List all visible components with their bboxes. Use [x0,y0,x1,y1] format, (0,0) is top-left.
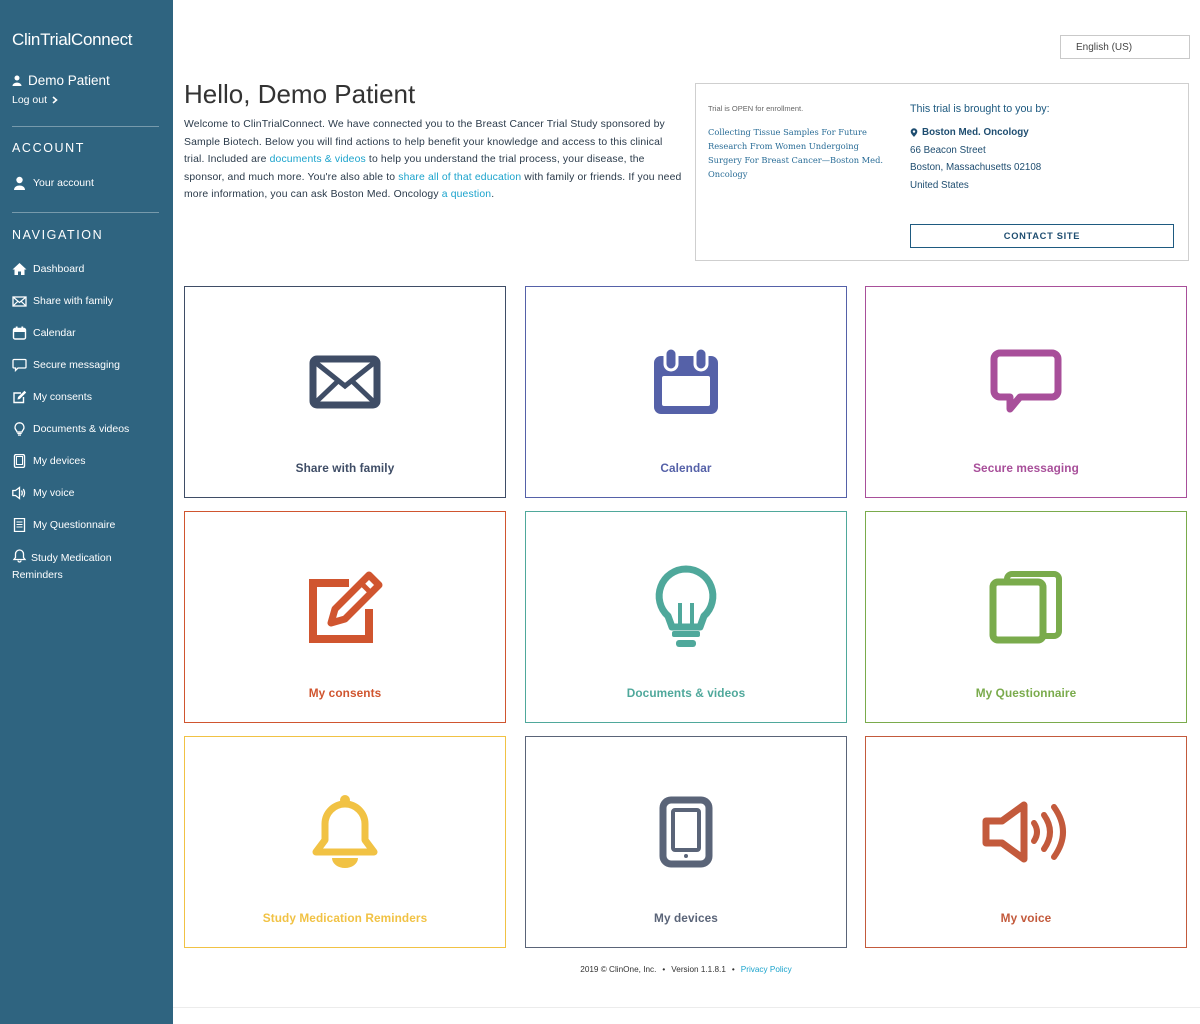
chevron-right-icon [52,96,58,104]
sidebar-item-label: Documents & videos [33,423,130,435]
edit-icon [309,571,383,643]
ask-question-link[interactable]: a question [442,189,491,200]
logout-label: Log out [12,94,48,106]
sidebar-item-share-with-family[interactable]: Share with family [12,293,162,310]
contact-site-button[interactable]: CONTACT SITE [910,224,1174,248]
edit-icon [13,390,27,404]
sidebar-item-documents-videos[interactable]: Documents & videos [12,421,162,438]
tile-calendar[interactable]: Calendar [525,286,847,498]
sidebar-item-label: Your account [33,177,94,189]
welcome-text-part: . [491,189,495,201]
site-address-line: United States [910,180,969,191]
home-icon [12,263,27,275]
site-name-label: Boston Med. Oncology [922,127,1029,138]
sidebar-item-label: My voice [33,487,75,499]
sidebar-item-secure-messaging[interactable]: Secure messaging [12,357,162,374]
sidebar-divider [12,126,159,127]
navigation-section-title: NAVIGATION [12,228,104,242]
tile-documents-videos[interactable]: Documents & videos [525,511,847,723]
site-address-line: 66 Beacon Street [910,145,986,156]
tile-study-medication-reminders[interactable]: Study Medication Reminders [184,736,506,948]
sidebar-item-label: Secure messaging [33,359,120,371]
calendar-icon [654,346,718,414]
trial-name[interactable]: Collecting Tissue Samples For Future Res… [708,125,890,181]
chat-icon [12,358,27,372]
tile-share-with-family[interactable]: Share with family [184,286,506,498]
sidebar-item-study-medication-reminders[interactable]: Study Medication Reminders [12,548,132,584]
tile-my-voice[interactable]: My voice [865,736,1187,948]
pages-icon [989,571,1062,644]
user-name-label: Demo Patient [28,73,110,88]
account-section-title: ACCOUNT [12,141,86,155]
sidebar-item-label: Dashboard [33,263,85,275]
sidebar-item-dashboard[interactable]: Dashboard [12,261,162,278]
sidebar-divider [12,212,159,213]
tile-secure-messaging[interactable]: Secure messaging [865,286,1187,498]
trial-sponsor-heading: This trial is brought to you by: [910,103,1050,115]
tile-label: Calendar [660,461,712,475]
speaker-icon [12,486,26,500]
user-icon [14,176,25,190]
tile-label: My voice [1000,911,1052,925]
envelope-icon [12,296,27,307]
location-pin-icon [910,128,918,137]
calendar-icon [12,326,27,340]
tile-my-devices[interactable]: My devices [525,736,847,948]
tile-label: Share with family [295,461,395,475]
envelope-icon [309,355,381,409]
footer-version: Version 1.1.8.1 [671,965,726,974]
footer: 2019 © ClinOne, Inc. • Version 1.1.8.1 • Pri… [580,965,792,974]
bell-icon [12,549,27,563]
sidebar-item-label: My consents [33,391,92,403]
tile-label: My consents [308,686,382,700]
share-education-link[interactable]: share all of that education [398,172,521,183]
tablet-icon [13,454,26,468]
list-icon [13,518,26,532]
lightbulb-icon [655,565,717,647]
tile-label: My Questionnaire [975,686,1077,700]
tablet-icon [659,796,713,868]
sidebar-item-my-voice[interactable]: My voice [12,485,162,502]
tile-label: Documents & videos [626,686,746,700]
trial-status: Trial is OPEN for enrollment. [708,104,804,113]
trial-info-panel: Trial is OPEN for enrollment. Collecting… [695,83,1189,261]
sidebar-item-label: Calendar [33,327,76,339]
sidebar-item-calendar[interactable]: Calendar [12,325,162,342]
bell-icon [312,795,378,868]
welcome-text: Welcome to ClinTrialConnect. We have con… [184,116,684,204]
footer-copyright: 2019 © ClinOne, Inc. [580,965,657,974]
user-icon [12,75,22,86]
sidebar-item-my-consents[interactable]: My consents [12,389,162,406]
privacy-policy-link[interactable]: Privacy Policy [741,965,792,974]
sidebar-item-label: My Questionnaire [33,519,116,531]
tile-my-consents[interactable]: My consents [184,511,506,723]
sidebar-item-label: Share with family [33,295,113,307]
sidebar: ClinTrialConnect Demo Patient Log out AC… [0,0,173,1024]
tile-my-questionnaire[interactable]: My Questionnaire [865,511,1187,723]
documents-videos-link[interactable]: documents & videos [270,154,366,165]
chat-icon [990,349,1062,413]
sidebar-item-label: My devices [33,455,86,467]
sidebar-item-my-devices[interactable]: My devices [12,453,162,470]
language-select[interactable]: English (US) [1060,35,1190,59]
user-name: Demo Patient [12,73,110,88]
app-logo[interactable]: ClinTrialConnect [12,30,133,50]
site-name: Boston Med. Oncology [910,127,1029,138]
sidebar-item-my-questionnaire[interactable]: My Questionnaire [12,517,162,534]
speaker-icon [982,801,1066,863]
footer-divider [173,1007,1200,1008]
tile-label: Study Medication Reminders [262,911,428,925]
page-title: Hello, Demo Patient [184,79,416,109]
tile-label: Secure messaging [973,461,1079,475]
logout-link[interactable]: Log out [12,94,58,106]
sidebar-item-your-account[interactable]: Your account [12,175,162,192]
lightbulb-icon [14,422,25,436]
site-address-line: Boston, Massachusetts 02108 [910,162,1042,173]
tile-label: My devices [654,911,718,925]
